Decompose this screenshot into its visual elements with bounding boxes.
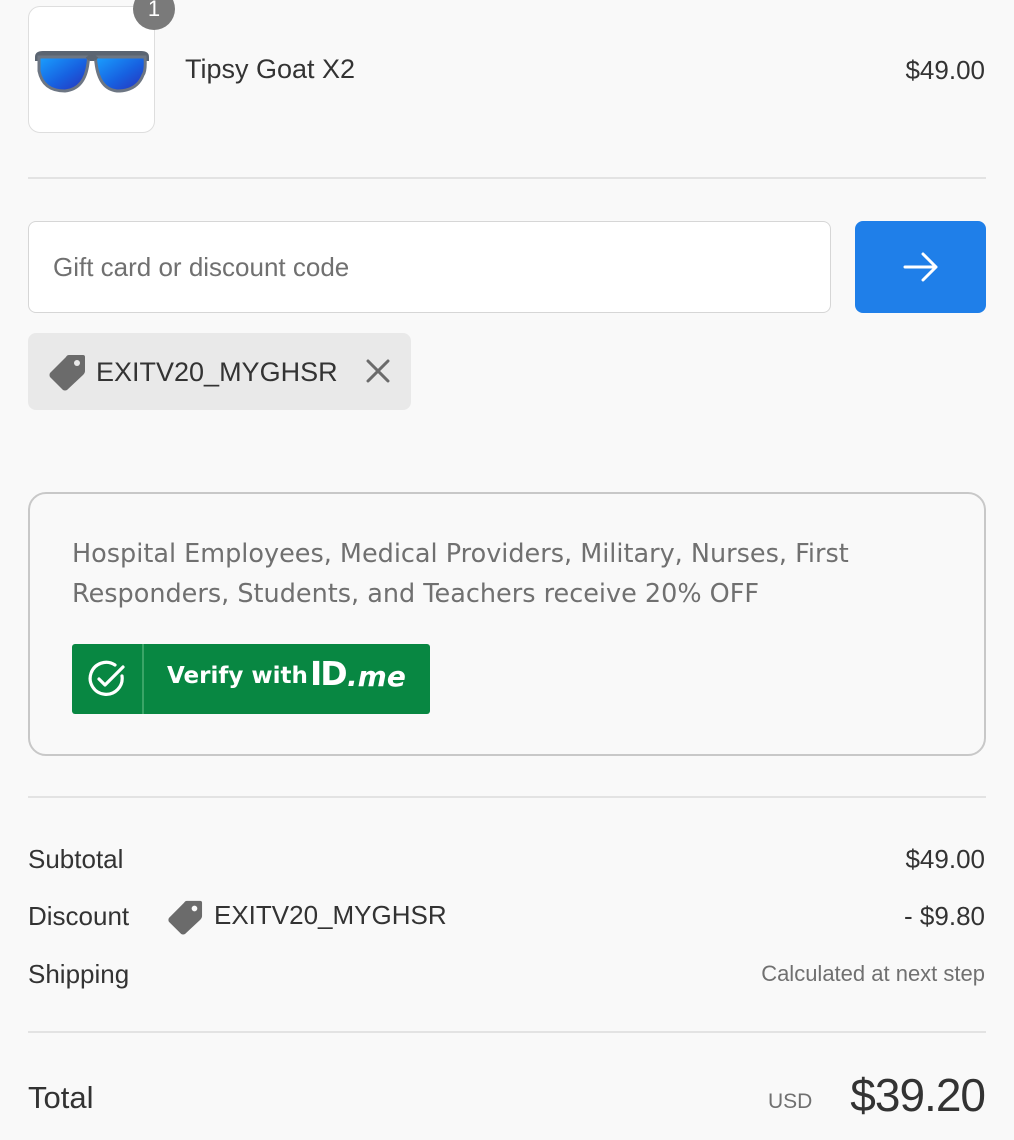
discount-code-input[interactable] [28,221,831,313]
total-currency: USD [768,1090,813,1113]
verify-idme-button[interactable]: Verify with ID .me [72,644,430,714]
subtotal-label: Subtotal [28,844,124,874]
tag-icon [168,900,203,935]
idme-promo-text: Hospital Employees, Medical Providers, M… [72,539,849,609]
sunglasses-icon [35,51,149,93]
discount-label: Discount [28,901,130,931]
divider [28,796,986,798]
applied-discount-chip: EXITV20_MYGHSR [28,333,411,410]
apply-discount-button[interactable] [855,221,986,313]
applied-code-label: EXITV20_MYGHSR [96,357,338,387]
shipping-label: Shipping [28,959,130,989]
idme-button-label: Verify with [167,663,308,689]
shipping-value: Calculated at next step [761,961,985,986]
arrow-right-icon [903,252,937,282]
check-circle-icon [72,644,142,714]
divider [28,1031,986,1033]
discount-code-label: EXITV20_MYGHSR [214,900,447,930]
idme-button-separator [142,644,144,714]
product-thumbnail [28,6,155,133]
total-value: $39.20 [850,1069,986,1121]
product-name: Tipsy Goat X2 [185,54,356,84]
tag-icon [49,355,85,391]
subtotal-value: $49.00 [905,844,985,874]
divider [28,177,986,179]
product-price: $49.00 [905,55,985,85]
discount-value: - $9.80 [904,901,985,931]
idme-logo: ID [310,654,348,693]
idme-promo-box: Hospital Employees, Medical Providers, M… [28,492,986,756]
close-icon[interactable] [365,358,391,384]
idme-logo-suffix: .me [347,660,406,693]
total-label: Total [28,1080,94,1115]
